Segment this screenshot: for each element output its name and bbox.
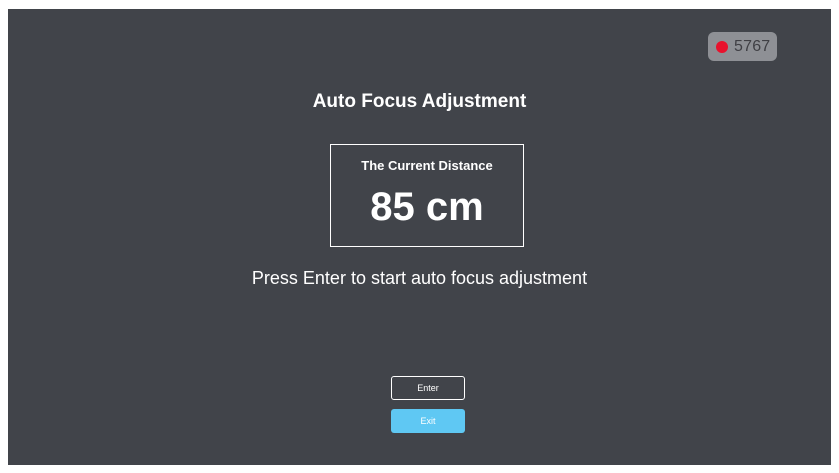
distance-label: The Current Distance bbox=[361, 158, 493, 173]
auto-focus-screen: 5767 Auto Focus Adjustment The Current D… bbox=[8, 9, 831, 465]
page-title: Auto Focus Adjustment bbox=[312, 91, 527, 112]
exit-button[interactable]: Exit bbox=[391, 409, 465, 433]
enter-button[interactable]: Enter bbox=[391, 376, 465, 400]
record-dot-icon bbox=[716, 40, 728, 53]
instruction-text: Press Enter to start auto focus adjustme… bbox=[251, 268, 588, 288]
recording-badge: 5767 bbox=[708, 32, 777, 61]
distance-value: 85 cm bbox=[370, 185, 484, 229]
distance-panel: The Current Distance 85 cm bbox=[330, 144, 524, 247]
recording-count: 5767 bbox=[734, 37, 771, 55]
